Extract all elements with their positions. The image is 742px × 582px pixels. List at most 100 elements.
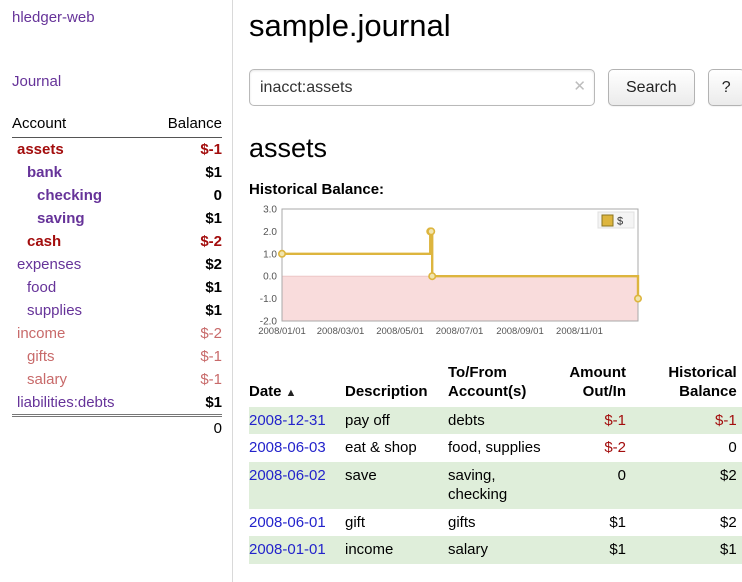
transaction-accounts: saving, checking [448, 462, 556, 509]
account-row: checking 0 [12, 184, 222, 207]
x-axis-tick-label: 2008/01/01 [258, 326, 306, 337]
account-balance: $-2 [149, 230, 222, 253]
account-name-cell: income [12, 322, 149, 345]
account-balance: $1 [149, 276, 222, 299]
data-point-marker [635, 295, 641, 301]
account-row: income $-2 [12, 322, 222, 345]
transaction-date-link[interactable]: 2008-12-31 [249, 412, 326, 429]
transaction-date-cell: 2008-06-02 [249, 462, 345, 509]
y-axis-tick-label: 0.0 [263, 272, 277, 283]
register-header-accounts: To/From Account(s) [448, 362, 556, 407]
y-axis-tick-label: 2.0 [263, 227, 277, 238]
historical-balance-chart: 3.02.01.00.0-1.0-2.02008/01/012008/03/01… [249, 203, 742, 349]
account-link[interactable]: cash [27, 233, 61, 250]
y-axis-tick-label: 3.0 [263, 205, 277, 216]
accounts-table: Account Balance assets$-1bank$1checking0… [12, 113, 222, 440]
account-link[interactable]: salary [27, 371, 67, 388]
app-title: hledger-web [12, 9, 222, 26]
account-link[interactable]: checking [37, 187, 102, 204]
sort-ascending-icon: ▲ [286, 387, 297, 399]
chart-canvas: 3.02.01.00.0-1.0-2.02008/01/012008/03/01… [249, 203, 645, 345]
page-title: sample.journal [249, 8, 742, 44]
transaction-date-link[interactable]: 2008-06-01 [249, 514, 326, 531]
account-name-cell: expenses [12, 253, 149, 276]
clear-search-icon[interactable]: ✕ [573, 78, 586, 96]
transaction-amount: $1 [556, 536, 634, 564]
page: hledger-web Journal Account Balance asse… [0, 0, 742, 582]
account-name-cell: assets [12, 138, 149, 162]
transaction-amount: $1 [556, 509, 634, 537]
transaction-description: pay off [345, 407, 448, 435]
account-link[interactable]: supplies [27, 302, 82, 319]
account-balance: $-1 [149, 138, 222, 162]
transaction-date-cell: 2008-06-03 [249, 434, 345, 462]
account-row: salary$-1 [12, 368, 222, 391]
help-button[interactable]: ? [708, 69, 742, 106]
account-name-cell: saving [12, 207, 149, 230]
transaction-date-cell: 2008-12-31 [249, 407, 345, 435]
x-axis-tick-label: 2008/11/01 [556, 326, 603, 337]
account-link[interactable]: saving [37, 210, 85, 227]
section-title: assets [249, 133, 742, 164]
transaction-accounts: food, supplies [448, 434, 556, 462]
search-button[interactable]: Search [608, 69, 695, 106]
transaction-amount: $-1 [556, 407, 634, 435]
transaction-accounts: debts [448, 407, 556, 435]
transaction-description: eat & shop [345, 434, 448, 462]
transaction-row: 2008-06-02 savesaving, checking0$2 [249, 462, 742, 509]
transaction-balance: $2 [634, 462, 742, 509]
transaction-row: 2008-06-03eat & shopfood, supplies$-20 [249, 434, 742, 462]
account-link[interactable]: expenses [17, 256, 81, 273]
transaction-balance: 0 [634, 434, 742, 462]
account-link[interactable]: food [27, 279, 56, 296]
account-balance: $2 [149, 253, 222, 276]
transaction-date-link[interactable]: 2008-06-03 [249, 439, 326, 456]
account-link[interactable]: liabilities:debts [17, 394, 115, 411]
transaction-description: save [345, 462, 448, 509]
account-row: saving$1 [12, 207, 222, 230]
account-name-cell: liabilities:debts [12, 391, 149, 416]
account-link[interactable]: bank [27, 164, 62, 181]
transaction-row: 2008-12-31pay offdebts$-1$-1 [249, 407, 742, 435]
journal-link[interactable]: Journal [12, 73, 61, 90]
account-row: bank$1 [12, 161, 222, 184]
account-row: liabilities:debts $1 [12, 391, 222, 416]
negative-region [282, 276, 638, 321]
account-balance: $1 [149, 299, 222, 322]
transaction-description: gift [345, 509, 448, 537]
accounts-header-account: Account [12, 113, 149, 138]
account-name-cell: supplies [12, 299, 149, 322]
transaction-date-link[interactable]: 2008-01-01 [249, 541, 326, 558]
transaction-amount: 0 [556, 462, 634, 509]
transaction-date-cell: 2008-06-01 [249, 509, 345, 537]
account-link[interactable]: gifts [27, 348, 55, 365]
register-header-balance: Historical Balance [634, 362, 742, 407]
account-balance: $-2 [149, 322, 222, 345]
app-title-link[interactable]: hledger-web [12, 9, 95, 26]
transaction-balance: $2 [634, 509, 742, 537]
account-name-cell: checking [12, 184, 149, 207]
transaction-row: 2008-01-01incomesalary$1$1 [249, 536, 742, 564]
transaction-balance: $1 [634, 536, 742, 564]
account-balance: $1 [149, 391, 222, 416]
accounts-header-balance: Balance [149, 113, 222, 138]
main-content: sample.journal ✕ Search ? assets Histori… [233, 0, 742, 582]
y-axis-tick-label: -1.0 [260, 294, 278, 305]
account-row: food $1 [12, 276, 222, 299]
account-balance: $-1 [149, 345, 222, 368]
transaction-date-link[interactable]: 2008-06-02 [249, 467, 326, 484]
account-name-cell: food [12, 276, 149, 299]
transaction-row: 2008-06-01giftgifts$1$2 [249, 509, 742, 537]
account-name-cell: salary [12, 368, 149, 391]
search-input[interactable] [249, 69, 595, 106]
account-link[interactable]: assets [17, 141, 64, 158]
account-row: cash $-2 [12, 230, 222, 253]
register-header-date[interactable]: Date ▲ [249, 362, 345, 407]
legend-swatch [602, 215, 613, 226]
account-name-cell: cash [12, 230, 149, 253]
account-link[interactable]: income [17, 325, 65, 342]
transaction-accounts: salary [448, 536, 556, 564]
register-header-date-label: Date [249, 383, 282, 400]
accounts-total-spacer [12, 416, 149, 441]
account-balance: 0 [149, 184, 222, 207]
